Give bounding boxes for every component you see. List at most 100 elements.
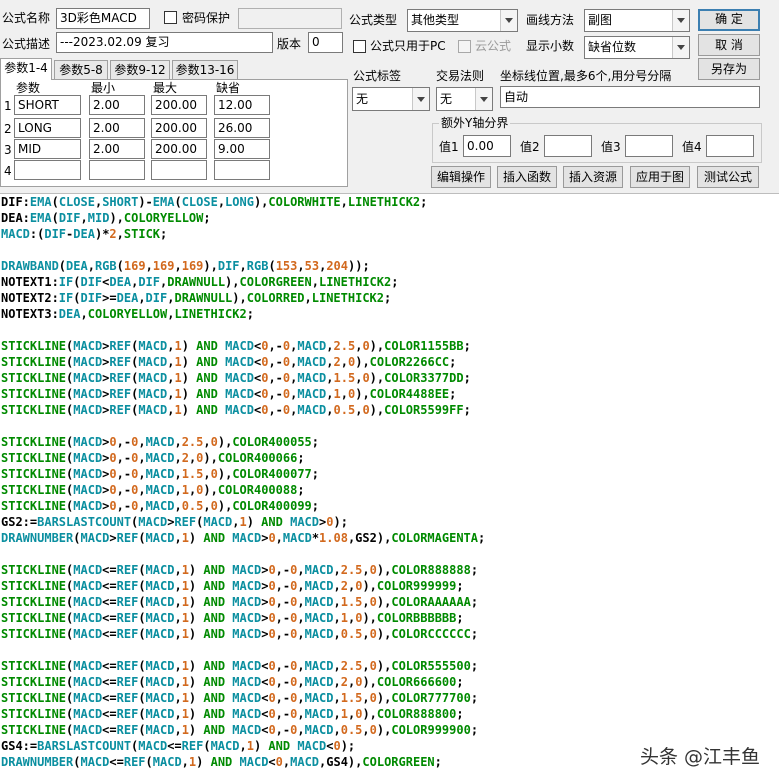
tab-params-5-8[interactable]: 参数5-8 bbox=[54, 60, 108, 80]
code-token: MACD bbox=[73, 595, 103, 609]
param-default-input[interactable]: 9.00 bbox=[214, 139, 270, 159]
code-token: ( bbox=[138, 659, 146, 673]
code-token: MACD bbox=[145, 691, 175, 705]
test-formula-button[interactable]: 测试公式 bbox=[697, 166, 759, 188]
code-token: ) bbox=[181, 339, 197, 353]
code-token: 0 bbox=[268, 723, 276, 737]
param-name-input[interactable]: SHORT bbox=[14, 95, 81, 115]
tab-params-13-16[interactable]: 参数13-16 bbox=[172, 60, 238, 80]
code-token: , bbox=[174, 435, 182, 449]
tab-params-1-4[interactable]: 参数1-4 bbox=[0, 58, 52, 80]
y-value1-input[interactable]: 0.00 bbox=[463, 135, 511, 157]
save-as-button[interactable]: 另存为 bbox=[698, 58, 760, 80]
trade-rule-select[interactable]: 无 bbox=[436, 87, 493, 111]
y-value2-input[interactable] bbox=[544, 135, 592, 157]
code-token: ( bbox=[138, 675, 146, 689]
tab-params-9-12[interactable]: 参数9-12 bbox=[110, 60, 170, 80]
code-token: 0 bbox=[268, 675, 276, 689]
code-line: STICKLINE(MACD>0,-0,MACD,2,0),COLOR40006… bbox=[0, 450, 779, 466]
code-token: , bbox=[174, 259, 182, 273]
code-token: ,- bbox=[275, 707, 291, 721]
formula-tag-select[interactable]: 无 bbox=[352, 87, 430, 111]
param-max-input[interactable]: 200.00 bbox=[151, 139, 207, 159]
param-default-input[interactable]: 26.00 bbox=[214, 118, 270, 138]
param-min-input[interactable]: 2.00 bbox=[89, 118, 145, 138]
code-token: ; bbox=[470, 659, 479, 673]
param-default-input[interactable]: 12.00 bbox=[214, 95, 270, 115]
ok-button[interactable]: 确 定 bbox=[698, 9, 760, 31]
code-token: ) bbox=[188, 691, 204, 705]
code-token: ; bbox=[470, 627, 479, 641]
formula-name-input[interactable]: 3D彩色MACD bbox=[56, 8, 150, 29]
password-input[interactable] bbox=[238, 8, 342, 29]
code-token: 1 bbox=[174, 403, 182, 417]
param-max-input[interactable]: 200.00 bbox=[151, 118, 207, 138]
param-min-input[interactable]: 2.00 bbox=[89, 95, 145, 115]
code-token: ; bbox=[456, 707, 464, 721]
coord-line-input[interactable]: 自动 bbox=[500, 86, 760, 108]
coord-line-label: 坐标线位置,最多6个,用分号分隔 bbox=[500, 69, 672, 83]
code-token: ), bbox=[225, 275, 240, 289]
code-token: 0 bbox=[109, 451, 117, 465]
draw-method-label: 画线方法 bbox=[526, 13, 575, 27]
y-value4-input[interactable] bbox=[706, 135, 754, 157]
param-max-input[interactable]: 200.00 bbox=[151, 95, 207, 115]
draw-method-value: 副图 bbox=[588, 13, 613, 27]
code-token: MACD bbox=[80, 531, 110, 545]
code-token: COLOR1155BB bbox=[384, 339, 464, 353]
apply-to-chart-button[interactable]: 应用于图 bbox=[630, 166, 690, 188]
code-token: MACD bbox=[1, 227, 30, 241]
insert-function-button[interactable]: 插入函数 bbox=[497, 166, 557, 188]
code-token: STICKLINE bbox=[1, 627, 67, 641]
code-token: MACD bbox=[73, 659, 103, 673]
code-token: AND bbox=[196, 371, 218, 385]
cancel-button[interactable]: 取 消 bbox=[698, 34, 760, 56]
code-token: ( bbox=[268, 259, 276, 273]
code-token: 2.5 bbox=[340, 563, 363, 577]
param-name-input[interactable] bbox=[14, 160, 81, 180]
formula-type-select[interactable]: 其他类型 bbox=[407, 9, 518, 32]
code-token: MACD bbox=[304, 611, 334, 625]
code-token: MACD bbox=[282, 531, 312, 545]
code-token: DEA bbox=[66, 259, 88, 273]
y-value3-input[interactable] bbox=[625, 135, 673, 157]
draw-method-select[interactable]: 副图 bbox=[584, 9, 690, 32]
code-token: ; bbox=[449, 387, 457, 401]
code-token: ), bbox=[253, 195, 269, 209]
code-token: ), bbox=[203, 451, 218, 465]
insert-resource-button[interactable]: 插入资源 bbox=[563, 166, 623, 188]
code-line: NOTEXT2:IF(DIF>=DEA,DIF,DRAWNULL),COLORR… bbox=[0, 290, 779, 306]
code-token: ) bbox=[188, 611, 204, 625]
code-token: , bbox=[174, 451, 182, 465]
cloud-formula-checkbox[interactable] bbox=[458, 40, 471, 53]
param-name-input[interactable]: MID bbox=[14, 139, 81, 159]
code-token: 1 bbox=[174, 339, 182, 353]
pc-only-checkbox[interactable] bbox=[353, 40, 366, 53]
code-token: ( bbox=[145, 755, 153, 769]
code-token: ,- bbox=[116, 451, 132, 465]
code-token: ( bbox=[116, 259, 124, 273]
y-value4-label: 值4 bbox=[682, 140, 702, 154]
param-default-input[interactable] bbox=[214, 160, 270, 180]
param-max-input[interactable] bbox=[151, 160, 207, 180]
code-token: ; bbox=[470, 595, 479, 609]
code-token: REF bbox=[116, 723, 139, 737]
password-checkbox[interactable] bbox=[164, 11, 177, 24]
formula-desc-input[interactable]: ---2023.02.09 复习 bbox=[56, 32, 273, 53]
edit-operation-button[interactable]: 编辑操作 bbox=[431, 166, 491, 188]
code-token: DRAWNULL bbox=[174, 291, 233, 305]
decimals-select[interactable]: 缺省位数 bbox=[584, 36, 690, 59]
param-name-input[interactable]: LONG bbox=[14, 118, 81, 138]
formula-tag-label: 公式标签 bbox=[353, 69, 402, 83]
formula-code-editor[interactable]: DIF:EMA(CLOSE,SHORT)-EMA(CLOSE,LONG),COL… bbox=[0, 193, 779, 783]
code-token: , bbox=[174, 611, 182, 625]
param-min-input[interactable]: 2.00 bbox=[89, 139, 145, 159]
version-input[interactable]: 0 bbox=[308, 32, 343, 53]
code-token: , bbox=[138, 451, 146, 465]
code-token: <= bbox=[102, 611, 117, 625]
code-token: 0 bbox=[268, 707, 276, 721]
code-token: ), bbox=[362, 675, 377, 689]
code-token: <= bbox=[102, 723, 117, 737]
param-min-input[interactable] bbox=[89, 160, 145, 180]
code-token: 0.5 bbox=[181, 499, 204, 513]
